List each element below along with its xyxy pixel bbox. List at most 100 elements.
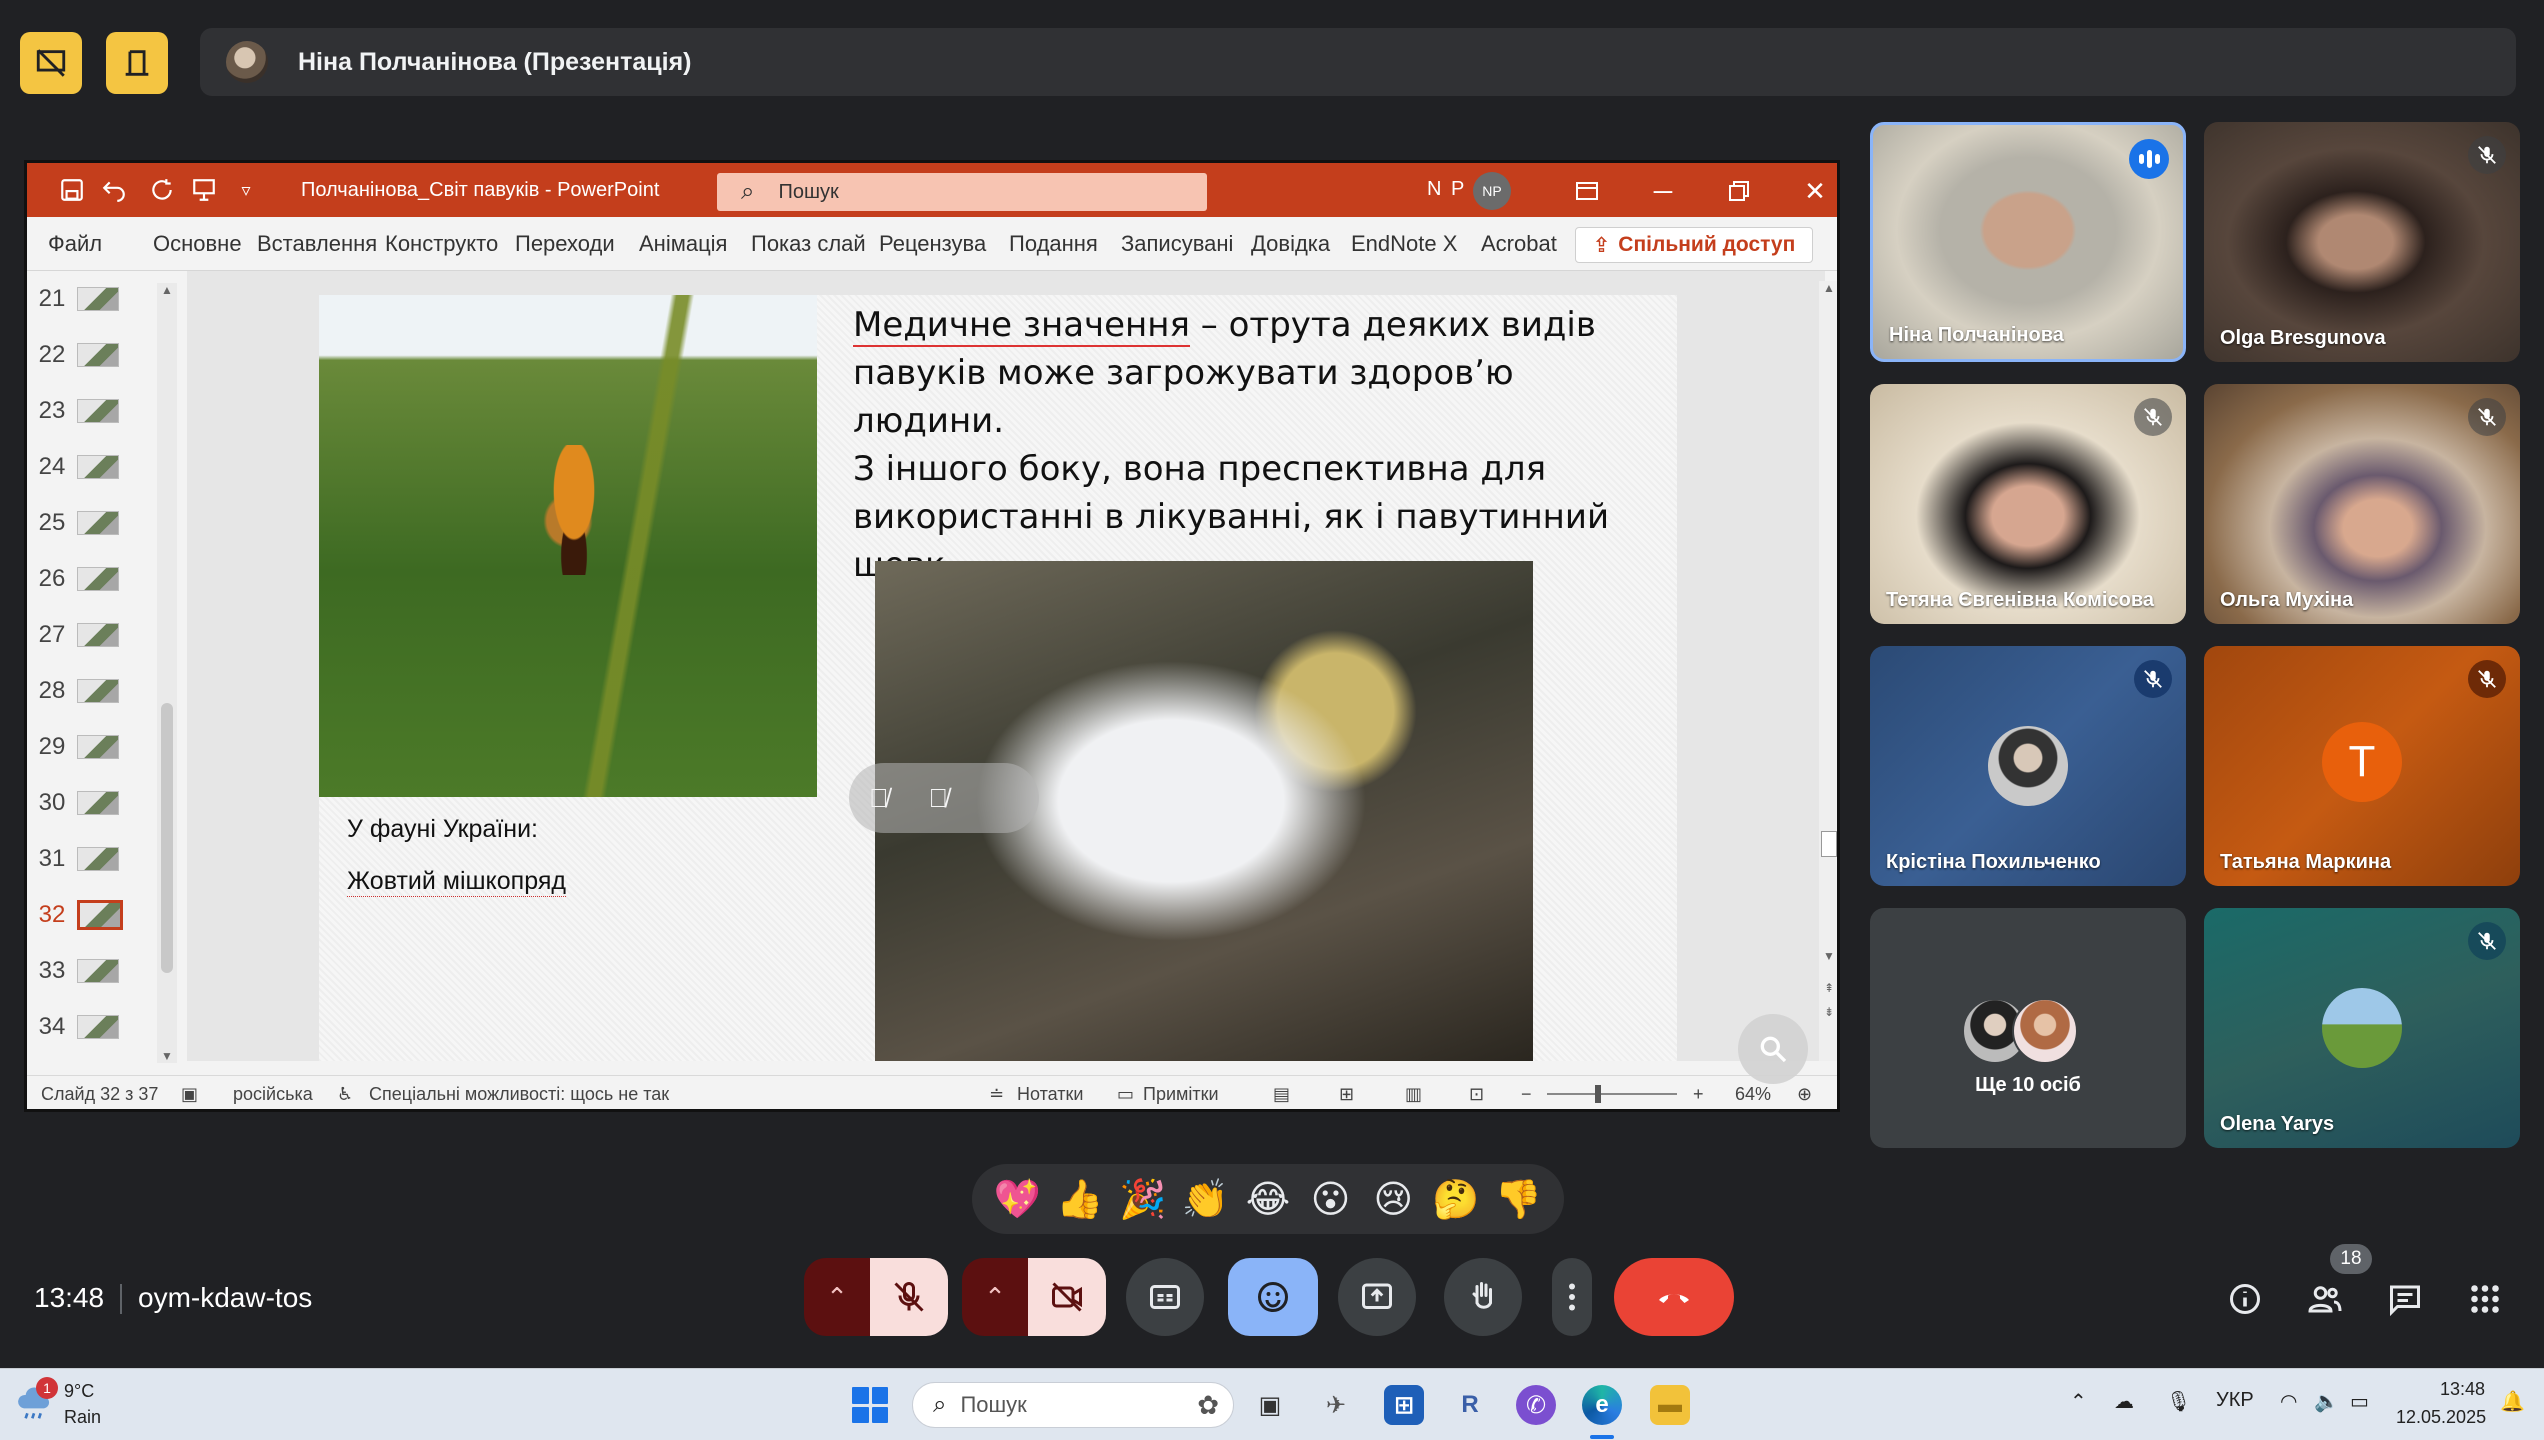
zoom-slider[interactable] <box>1547 1085 1677 1103</box>
participant-tile[interactable]: Olena Yarys <box>2204 908 2520 1148</box>
edge-icon[interactable]: e <box>1582 1385 1622 1425</box>
start-button[interactable] <box>852 1387 888 1423</box>
onedrive-icon[interactable]: ☁ <box>2114 1389 2134 1414</box>
zoom-in-presentation-button[interactable] <box>1738 1014 1808 1084</box>
tab-acrobat[interactable]: Acrobat <box>1472 231 1572 257</box>
powerpoint-window[interactable]: ▿ Полчанінова_Світ павуків - PowerPoint … <box>24 160 1840 1112</box>
thumbnail-scrollbar[interactable]: ▲ ▼ <box>157 283 177 1063</box>
prev-slide-icon[interactable]: ⇞ <box>1819 981 1837 995</box>
task-view-icon[interactable]: ▣ <box>1250 1385 1290 1425</box>
video-settings-button[interactable]: ⌃ <box>962 1258 1028 1336</box>
thumbnail-22[interactable]: 22 <box>27 327 167 383</box>
accessibility-status[interactable]: Спеціальні можливості: щось не так <box>369 1084 669 1105</box>
scroll-down-arrow[interactable]: ▼ <box>1819 949 1837 963</box>
thumbnail-25[interactable]: 25 <box>27 495 167 551</box>
tab-animations[interactable]: Анімація <box>630 231 742 257</box>
zoom-level[interactable]: 64% <box>1735 1084 1771 1105</box>
reaction-party[interactable]: 🎉 <box>1118 1177 1168 1222</box>
zoom-in-icon[interactable]: + <box>1693 1084 1704 1105</box>
microphone-toggle-button[interactable] <box>870 1258 948 1336</box>
file-explorer-icon[interactable]: ▬ <box>1650 1385 1690 1425</box>
tab-design[interactable]: Конструкто <box>376 231 506 257</box>
reading-view-icon[interactable]: ▥ <box>1405 1084 1422 1105</box>
comments-icon[interactable]: ▭ <box>1117 1084 1134 1105</box>
comments-button[interactable]: Примітки <box>1143 1084 1219 1105</box>
scroll-thumb[interactable] <box>161 703 173 973</box>
captions-button[interactable] <box>1126 1258 1204 1336</box>
reaction-thumbs-down[interactable]: 👎 <box>1494 1177 1544 1222</box>
thumbnail-24[interactable]: 24 <box>27 439 167 495</box>
spell-check-icon[interactable]: ▣ <box>181 1084 198 1105</box>
reaction-sad[interactable]: 😢 <box>1368 1177 1418 1221</box>
taskbar-search[interactable]: ⌕ Пошук ✿ <box>912 1382 1234 1428</box>
people-button[interactable] <box>2302 1276 2348 1322</box>
restore-icon[interactable] <box>1719 173 1759 209</box>
tab-home[interactable]: Основне <box>144 231 248 257</box>
clock-date[interactable]: 12.05.2025 <box>2396 1407 2486 1428</box>
scroll-up-arrow[interactable]: ▲ <box>157 283 177 297</box>
thumbnail-34[interactable]: 34 <box>27 999 167 1055</box>
tab-file[interactable]: Файл <box>39 231 144 257</box>
reaction-thumbs-up[interactable]: 👍 <box>1055 1177 1105 1222</box>
participant-tile[interactable]: Ольга Мухіна <box>2204 384 2520 624</box>
thumbnail-30[interactable]: 30 <box>27 775 167 831</box>
tab-view[interactable]: Подання <box>1000 231 1112 257</box>
accessibility-icon[interactable]: ♿ <box>337 1084 353 1105</box>
audio-settings-button[interactable]: ⌃ <box>804 1258 870 1336</box>
tab-recording[interactable]: Записувані <box>1112 231 1242 257</box>
normal-view-icon[interactable]: ▤ <box>1273 1084 1290 1105</box>
tab-endnote[interactable]: EndNote X <box>1342 231 1472 257</box>
store-icon[interactable]: ⊞ <box>1384 1385 1424 1425</box>
notifications-icon[interactable]: 🔔 <box>2500 1389 2525 1414</box>
close-icon[interactable]: ✕ <box>1795 173 1835 209</box>
ribbon-display-options-icon[interactable] <box>1567 173 1607 209</box>
volume-icon[interactable]: 🔈 <box>2314 1389 2339 1414</box>
minimize-icon[interactable]: ─ <box>1643 173 1683 209</box>
participant-tile[interactable]: T Татьяна Маркина <box>2204 646 2520 886</box>
r-app-icon[interactable]: R <box>1450 1385 1490 1425</box>
thumbnail-32-active[interactable]: 32 <box>27 887 167 943</box>
share-button[interactable]: ⇪ Спільний доступ <box>1575 227 1813 263</box>
zoom-slider-thumb[interactable] <box>1595 1085 1601 1103</box>
thumbnail-21[interactable]: 21 <box>27 271 167 327</box>
zoom-out-icon[interactable]: − <box>1521 1084 1532 1105</box>
slide-thumbnails[interactable]: 21 22 23 24 25 26 27 28 29 30 31 32 33 3… <box>27 271 175 1061</box>
app-icon[interactable]: ✈ <box>1316 1385 1356 1425</box>
next-slide-icon[interactable]: ⇟ <box>1819 1005 1837 1019</box>
stop-presenting-button[interactable] <box>20 32 82 94</box>
tab-insert[interactable]: Вставлення <box>248 231 376 257</box>
tab-help[interactable]: Довідка <box>1242 231 1342 257</box>
thumbnail-26[interactable]: 26 <box>27 551 167 607</box>
clock-time[interactable]: 13:48 <box>2440 1379 2485 1400</box>
more-participants-tile[interactable]: Ще 10 осіб <box>1870 908 2186 1148</box>
layout-button[interactable] <box>106 32 168 94</box>
notes-icon[interactable]: ≐ <box>989 1084 1004 1105</box>
reaction-heart[interactable]: 💖 <box>992 1177 1042 1222</box>
thumbnail-28[interactable]: 28 <box>27 663 167 719</box>
reaction-laugh[interactable]: 😂 <box>1243 1177 1293 1221</box>
slide-sorter-icon[interactable]: ⊞ <box>1339 1084 1354 1105</box>
activities-button[interactable] <box>2462 1276 2508 1322</box>
reaction-thinking[interactable]: 🤔 <box>1431 1177 1481 1222</box>
current-slide[interactable]: Медичне значення – отрута деяких видів п… <box>319 295 1677 1061</box>
participant-tile[interactable]: Тетяна Євгенівна Комісова <box>1870 384 2186 624</box>
participant-tile[interactable]: Olga Bresgunova <box>2204 122 2520 362</box>
slideshow-view-icon[interactable]: ⊡ <box>1469 1084 1484 1105</box>
participant-tile[interactable]: Ніна Полчанінова <box>1870 122 2186 362</box>
reaction-clap[interactable]: 👏 <box>1180 1177 1230 1222</box>
presenter-bar[interactable]: Ніна Полчанінова (Презентація) <box>200 28 2516 96</box>
scroll-thumb[interactable] <box>1821 831 1837 857</box>
save-icon[interactable] <box>57 175 87 205</box>
fit-slide-icon[interactable]: ⊕ <box>1797 1084 1812 1105</box>
thumbnail-31[interactable]: 31 <box>27 831 167 887</box>
ppt-search-box[interactable]: ⌕ Пошук <box>717 173 1207 211</box>
chat-button[interactable] <box>2382 1276 2428 1322</box>
undo-icon[interactable] <box>99 175 129 205</box>
tab-transitions[interactable]: Переходи <box>506 231 630 257</box>
tab-review[interactable]: Рецензува <box>870 231 1000 257</box>
present-from-start-icon[interactable] <box>189 175 219 205</box>
participant-tile[interactable]: Крістіна Похильченко <box>1870 646 2186 886</box>
thumbnail-23[interactable]: 23 <box>27 383 167 439</box>
scroll-up-arrow[interactable]: ▲ <box>1819 281 1837 295</box>
leave-call-button[interactable] <box>1614 1258 1734 1336</box>
